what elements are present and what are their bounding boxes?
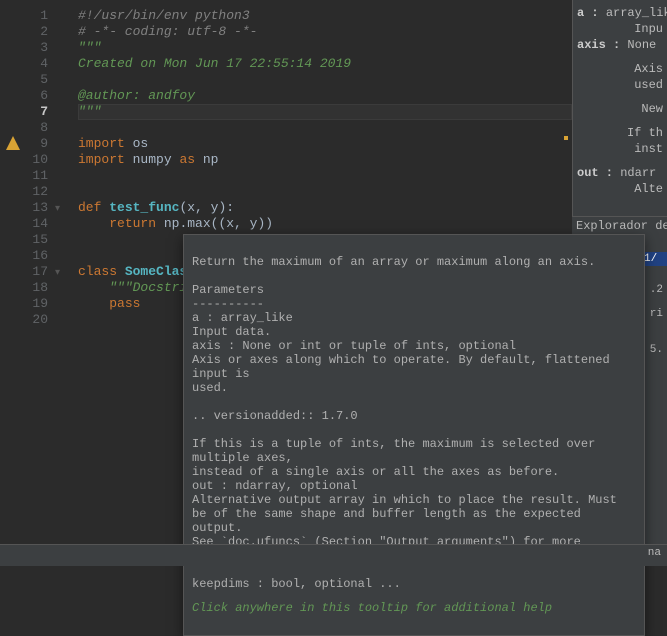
kw-return: return [109,216,156,231]
module-os: os [133,136,149,151]
fold-icon[interactable]: ▾ [55,202,60,218]
line-number: 1 [0,8,48,24]
tooltip-line: instead of a single axis or all the axes… [192,465,559,479]
line-number: 19 [0,296,48,312]
tooltip-footer[interactable]: Click anywhere in this tooltip for addit… [192,601,636,615]
code-blank [78,168,572,184]
line-number: 14 [0,216,48,232]
code-docstring: Created on Mon Jun 17 22:55:14 2019 [78,56,351,71]
tooltip-line: axis : None or int or tuple of ints, opt… [192,339,516,353]
line-number-text: 9 [40,136,48,151]
line-number: 3 [0,40,48,56]
kw-class: class [78,264,117,279]
expr: np.max((x, y)) [164,216,273,231]
variable-explorer-title[interactable]: Explorador de v [572,216,667,235]
code-docstring: @author: andfoy [78,88,195,103]
status-bar: na [0,544,667,566]
line-number: 15 [0,232,48,248]
extra-text: .2 [650,284,663,296]
code-docstring: """ [78,40,101,55]
tooltip-params-header: Parameters [192,283,264,297]
module-numpy: numpy [133,152,172,167]
param-label: axis : [577,38,620,52]
param-desc: used [577,78,663,92]
code-blank [78,184,572,200]
param-desc: Axis [577,62,663,76]
kw-pass: pass [109,296,140,311]
line-number: 17▾ [0,264,48,280]
tooltip-line: out : ndarray, optional [192,479,358,493]
extra-text: 5. [650,344,663,356]
line-number: 18 [0,280,48,296]
gutter-marks [54,0,74,566]
line-number: 13▾ [0,200,48,216]
code-blank [78,72,572,88]
fold-icon[interactable]: ▾ [55,266,60,282]
param-desc: inst [577,142,663,156]
param-value: array_lik [606,6,667,20]
line-number: 9 [0,136,48,152]
line-number: 4 [0,56,48,72]
code-coding: # -*- coding: utf-8 -*- [78,24,257,39]
gutter: 1 2 3 4 5 6 7 8 9 10 11 12 13▾ 14 15 16 … [0,0,54,566]
line-number: 10 [0,152,48,168]
change-marker-icon [564,136,568,140]
line-number: 2 [0,24,48,40]
param-desc: Inpu [577,22,663,36]
tooltip-line: Input data. [192,325,271,339]
tooltip-summary: Return the maximum of an array or maximu… [192,255,595,269]
param-label: a : [577,6,599,20]
tooltip-line: Alternative output array in which to pla… [192,493,617,507]
status-text: na [648,547,661,559]
line-number: 11 [0,168,48,184]
kw-import: import [78,136,125,151]
param-desc: New [577,102,663,116]
code-blank [78,120,572,136]
line-number: 8 [0,120,48,136]
tooltip-line: keepdims : bool, optional ... [192,577,401,591]
func-name: test_func [109,200,179,215]
tooltip-line: be of the same shape and buffer length a… [192,507,588,535]
code-docstring: """ [78,104,101,119]
kw-as: as [179,152,195,167]
signature-tooltip[interactable]: Return the maximum of an array or maximu… [183,234,645,636]
param-value: ndarr [620,166,656,180]
param-desc: If th [577,126,663,140]
line-number: 20 [0,312,48,328]
line-number: 12 [0,184,48,200]
kw-import: import [78,152,125,167]
param-desc: Alte [577,182,663,196]
warning-icon[interactable] [6,136,20,150]
param-label: out : [577,166,613,180]
param-value: None [627,38,656,52]
line-number: 6 [0,88,48,104]
func-sig: (x, y): [179,200,234,215]
tooltip-line: Axis or axes along which to operate. By … [192,353,617,381]
tooltip-line: used. [192,381,228,395]
tooltip-line: If this is a tuple of ints, the maximum … [192,437,602,465]
kw-def: def [78,200,101,215]
code-docstring: """Docstri [109,280,187,295]
extra-text: ri [650,308,663,320]
line-number: 5 [0,72,48,88]
code-shebang: #!/usr/bin/env python3 [78,8,250,23]
line-number: 16 [0,248,48,264]
line-number-current: 7 [0,104,48,120]
tooltip-line: .. versionadded:: 1.7.0 [192,409,358,423]
tooltip-dashes: ---------- [192,297,264,311]
alias-np: np [203,152,219,167]
tooltip-line: a : array_like [192,311,293,325]
